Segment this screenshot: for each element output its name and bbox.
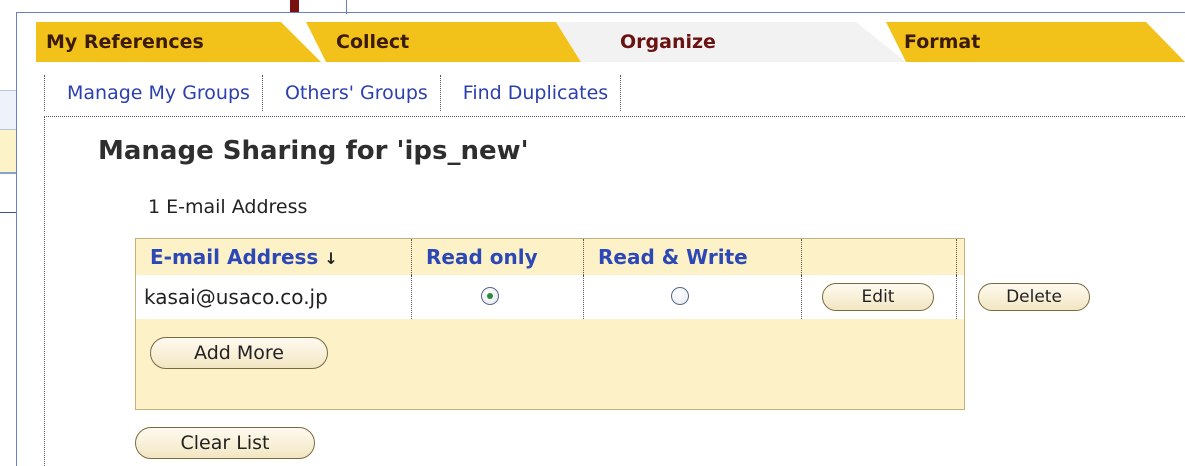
sharing-table: E-mail Address ↓ Read only Read & Write k… — [135, 238, 1090, 410]
row-separator — [956, 275, 957, 319]
tab-collect-label: Collect — [336, 31, 410, 53]
tab-format[interactable]: Format — [890, 22, 1170, 62]
edit-button[interactable]: Edit — [822, 283, 934, 311]
tab-organize-label: Organize — [620, 31, 716, 53]
read-only-radio[interactable] — [481, 287, 499, 305]
row-separator — [583, 275, 584, 319]
tab-my-references-label: My References — [46, 31, 204, 53]
frame-divider — [346, 0, 347, 14]
column-header-email[interactable]: E-mail Address ↓ — [150, 239, 338, 275]
subnav-manage-my-groups[interactable]: Manage My Groups — [44, 75, 263, 111]
delete-button[interactable]: Delete — [978, 283, 1090, 311]
email-count: 1 E-mail Address — [148, 196, 308, 218]
clear-list-button[interactable]: Clear List — [135, 427, 315, 459]
column-header-read-only: Read only — [426, 245, 538, 269]
add-more-button[interactable]: Add More — [150, 337, 328, 369]
background-window-strip — [0, 0, 340, 12]
table-row: kasai@usaco.co.jp Edit Delete — [136, 275, 1090, 319]
subnav-find-duplicates[interactable]: Find Duplicates — [441, 75, 622, 111]
email-cell: kasai@usaco.co.jp — [144, 285, 328, 309]
sub-navigation: Manage My Groups Others' Groups Find Dup… — [44, 72, 622, 114]
subnav-others-groups[interactable]: Others' Groups — [263, 75, 441, 111]
page-title: Manage Sharing for 'ips_new' — [98, 136, 529, 166]
row-separator — [411, 275, 412, 319]
tab-organize[interactable]: Organize — [600, 22, 880, 62]
column-header-email-label: E-mail Address — [150, 245, 319, 269]
tab-collect[interactable]: Collect — [320, 22, 560, 62]
sort-down-icon: ↓ — [324, 249, 338, 268]
read-write-radio[interactable] — [671, 287, 689, 305]
row-separator — [801, 275, 802, 319]
tab-my-references[interactable]: My References — [36, 22, 296, 62]
tab-format-label: Format — [904, 31, 981, 53]
column-header-read-write: Read & Write — [598, 245, 748, 269]
